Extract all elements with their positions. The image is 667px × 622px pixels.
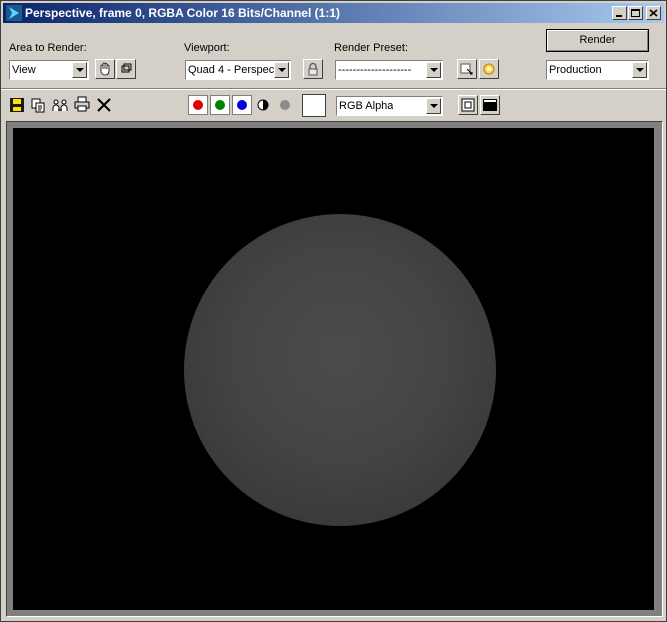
chevron-down-icon — [426, 62, 441, 78]
save-icon[interactable] — [9, 97, 25, 113]
clone-icon[interactable] — [52, 97, 68, 113]
red-channel-toggle[interactable] — [188, 95, 208, 115]
blue-channel-icon — [237, 100, 247, 110]
render-preset-dropdown[interactable]: -------------------- — [335, 60, 443, 80]
monochrome-icon[interactable] — [256, 98, 270, 112]
alpha-channel-icon[interactable] — [279, 99, 291, 111]
minimize-icon — [616, 15, 622, 17]
viewport-value: Quad 4 - Perspective — [188, 64, 274, 76]
viewport-label: Viewport: — [184, 42, 230, 54]
render-mode-value: Production — [549, 64, 602, 76]
chevron-down-icon — [72, 62, 87, 78]
color-swatch[interactable] — [302, 94, 326, 117]
overlay-icon — [461, 98, 475, 112]
lock-viewport-button[interactable] — [303, 59, 323, 79]
red-channel-icon — [193, 100, 203, 110]
sun-icon — [483, 63, 495, 75]
render-preset-label: Render Preset: — [334, 42, 408, 54]
rendered-sphere — [184, 214, 496, 526]
chevron-down-icon — [632, 62, 647, 78]
close-button[interactable] — [646, 6, 661, 20]
lock-icon — [308, 62, 318, 76]
3dsmax-app-icon — [6, 5, 22, 21]
green-channel-toggle[interactable] — [210, 95, 230, 115]
edit-region-button[interactable] — [95, 59, 115, 79]
toggle-ui-overlay-button[interactable] — [458, 95, 478, 115]
copy-icon[interactable] — [30, 97, 46, 113]
render-setup-button[interactable] — [457, 59, 477, 79]
environment-effects-button[interactable] — [479, 59, 499, 79]
render-mode-dropdown[interactable]: Production — [546, 60, 649, 80]
chevron-down-icon — [426, 98, 441, 114]
channel-display-dropdown[interactable]: RGB Alpha — [336, 96, 443, 116]
area-to-render-dropdown[interactable]: View — [9, 60, 89, 80]
clear-icon[interactable] — [96, 97, 112, 113]
rendered-image[interactable] — [13, 128, 654, 610]
region-select-icon — [121, 63, 132, 73]
area-to-render-label: Area to Render: — [9, 42, 87, 54]
render-frame-window: Perspective, frame 0, RGBA Color 16 Bits… — [0, 0, 667, 622]
frame-window-icon — [483, 99, 497, 111]
render-canvas-frame — [6, 121, 663, 617]
maximize-icon — [631, 9, 640, 17]
chevron-down-icon — [274, 62, 289, 78]
channel-display-value: RGB Alpha — [339, 100, 394, 112]
viewport-dropdown[interactable]: Quad 4 - Perspective — [185, 60, 291, 80]
title-bar: Perspective, frame 0, RGBA Color 16 Bits… — [3, 3, 664, 23]
print-icon[interactable] — [74, 96, 90, 112]
green-channel-icon — [215, 100, 225, 110]
render-setup-icon — [460, 63, 473, 75]
window-title: Perspective, frame 0, RGBA Color 16 Bits… — [25, 6, 340, 20]
blue-channel-toggle[interactable] — [232, 95, 252, 115]
render-preset-value: -------------------- — [338, 64, 412, 76]
close-icon — [649, 9, 658, 17]
minimize-button[interactable] — [612, 6, 627, 20]
area-to-render-value: View — [12, 64, 36, 76]
hand-icon — [100, 62, 110, 76]
toggle-ui-button[interactable] — [480, 95, 500, 115]
auto-region-button[interactable] — [116, 59, 136, 79]
maximize-button[interactable] — [628, 6, 643, 20]
render-button[interactable]: Render — [546, 29, 649, 52]
toolbar-separator — [1, 88, 666, 90]
